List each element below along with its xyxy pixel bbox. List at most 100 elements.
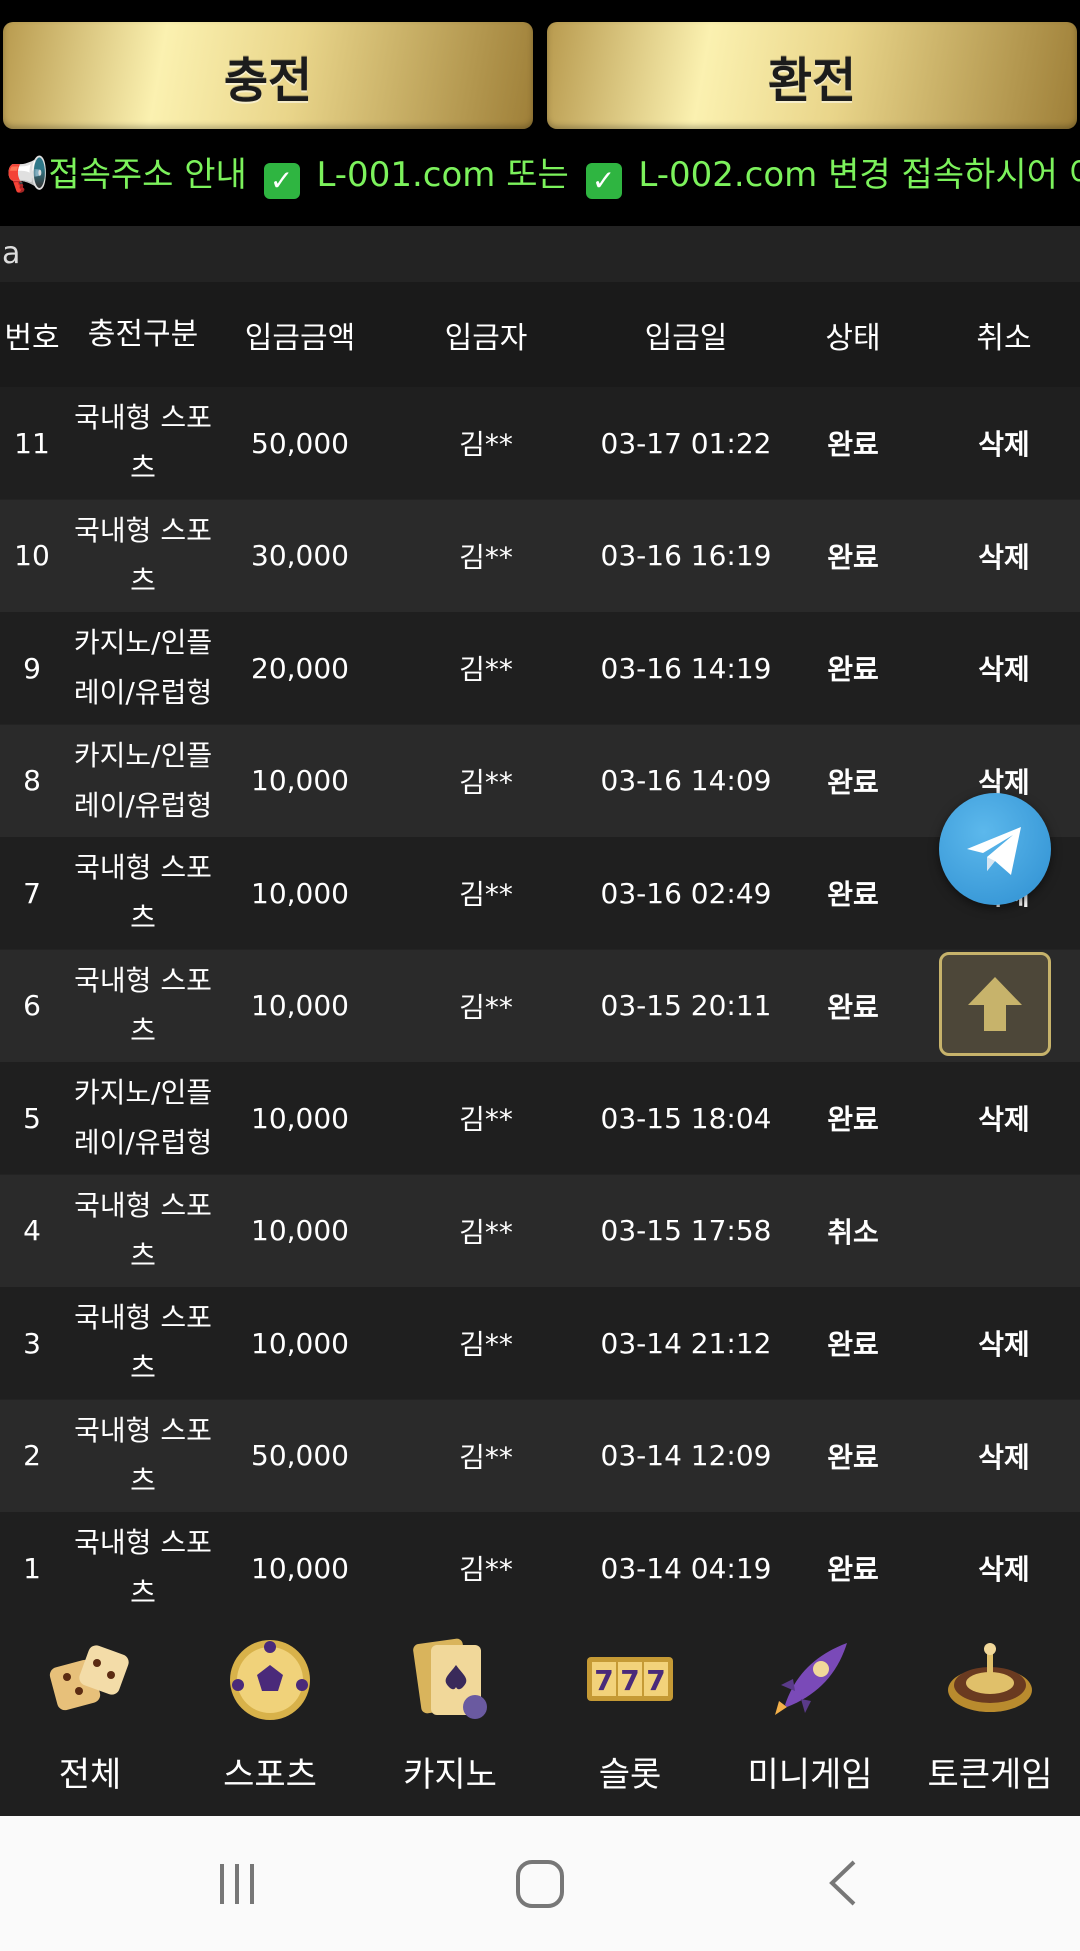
row-amount: 10,000 <box>251 876 349 910</box>
row-delete-button[interactable]: 삭제 <box>928 500 1080 612</box>
table-row: 11 국내형 스포츠 50,000 김** 03-17 01:22 완료 삭제 <box>0 387 1080 499</box>
row-depositor: 김** <box>459 765 513 799</box>
recent-apps-icon[interactable] <box>212 1858 262 1908</box>
row-delete-button[interactable]: 삭제 <box>928 1062 1080 1174</box>
row-number: 7 <box>23 876 41 910</box>
section-label: a <box>2 236 21 271</box>
row-depositor: 김** <box>459 1215 513 1249</box>
table-row: 1 국내형 스포츠 10,000 김** 03-14 04:19 완료 삭제 <box>0 1512 1080 1624</box>
row-depositor: 김** <box>459 990 513 1024</box>
row-date: 03-15 18:04 <box>600 1101 772 1135</box>
row-amount: 10,000 <box>251 1326 349 1360</box>
row-amount: 20,000 <box>251 651 349 685</box>
row-charge-type: 국내형 스포츠 <box>74 851 212 934</box>
row-status: 완료 <box>827 540 879 574</box>
roulette-icon <box>948 1643 1032 1712</box>
telegram-button[interactable] <box>939 793 1051 905</box>
back-icon[interactable] <box>820 1858 870 1908</box>
row-status: 완료 <box>827 1328 879 1361</box>
home-icon[interactable] <box>513 1857 567 1911</box>
row-charge-type: 카지노/인플레이/유럽형 <box>73 626 213 709</box>
table-row: 6국내형 스포츠10,000김**03-15 20:11완료삭제 <box>0 949 1080 1062</box>
row-amount: 10,000 <box>251 1101 349 1135</box>
top-action-bar: 충전 환전 <box>0 0 1080 150</box>
table-row: 3 국내형 스포츠 10,000 김** 03-14 21:12 완료 삭제 <box>0 1287 1080 1399</box>
scroll-top-button[interactable] <box>939 952 1051 1056</box>
table-row: 5 카지노/인플레이/유럽형 10,000 김** 03-15 18:04 완료 삭제 <box>0 1062 1080 1174</box>
row-status: 완료 <box>827 1440 879 1474</box>
megaphone-icon: 📢 <box>6 155 49 195</box>
row-delete-button <box>928 1175 1080 1287</box>
row-number: 6 <box>23 989 41 1022</box>
row-charge-type: 국내형 스포츠 <box>74 1413 212 1497</box>
row-date: 03-14 21:12 <box>600 1326 772 1360</box>
row-delete-button[interactable]: 삭제 <box>928 1512 1080 1624</box>
row-charge-type: 카지노/인플레이/유럽형 <box>73 1076 213 1159</box>
exchange-button[interactable]: 환전 <box>547 22 1077 129</box>
row-amount: 30,000 <box>251 539 349 572</box>
header-status: 상태 <box>825 320 881 356</box>
row-date: 03-14 12:09 <box>600 1439 772 1472</box>
check-icon: ✓ <box>585 163 622 199</box>
row-amount: 50,000 <box>251 426 349 460</box>
nav-item-sports[interactable]: 스포츠 <box>180 1619 360 1816</box>
row-depositor: 김** <box>459 1328 513 1361</box>
row-delete-button[interactable]: 삭제 <box>928 612 1080 724</box>
svg-text:7: 7 <box>620 1664 639 1697</box>
row-number: 9 <box>23 651 41 685</box>
row-date: 03-15 20:11 <box>600 989 772 1022</box>
bottom-game-nav: 전체 스포츠 카지노 7 7 7 슬롯 미니게임 토큰게임 <box>0 1619 1080 1816</box>
header-date: 입금일 <box>644 320 728 356</box>
slot-777-icon: 7 7 7 <box>587 1657 673 1701</box>
row-depositor: 김** <box>459 428 513 461</box>
row-date: 03-16 14:09 <box>600 764 772 797</box>
row-status: 완료 <box>827 1103 879 1136</box>
table-row: 7국내형 스포츠10,000김**03-16 02:49완료삭제 <box>0 837 1080 949</box>
row-number: 3 <box>23 1326 41 1360</box>
table-row: 9 카지노/인플레이/유럽형 20,000 김** 03-16 14:19 완료 삭제 <box>0 612 1080 724</box>
deposit-history-panel: a 번호 충전구분 입금금액 입금자 입금일 상태 취소 11 국내형 스포츠 50… <box>0 226 1080 1624</box>
ticker-text-2: L-001.com 또는 <box>305 155 580 195</box>
nav-item-all[interactable]: 전체 <box>0 1619 180 1816</box>
row-status: 완료 <box>827 990 879 1024</box>
table-header: 번호 충전구분 입금금액 입금자 입금일 상태 취소 <box>0 282 1080 387</box>
row-number: 1 <box>23 1551 41 1585</box>
nav-item-token-game[interactable]: 토큰게임 <box>900 1619 1080 1816</box>
nav-item-slot[interactable]: 7 7 7 슬롯 <box>540 1619 720 1816</box>
header-type: 충전구분 <box>87 316 199 352</box>
row-depositor: 김** <box>459 653 513 686</box>
row-charge-type: 국내형 스포츠 <box>74 401 212 484</box>
rocket-icon <box>775 1643 847 1715</box>
notice-ticker: 📢접속주소 안내 ✓ L-001.com 또는 ✓ L-002.com 변경 접… <box>0 150 1080 225</box>
ticker-text-1: 접속주소 안내 <box>48 155 258 195</box>
system-navigation-bar <box>0 1816 1080 1951</box>
nav-label-casino: 카지노 <box>403 1755 497 1795</box>
row-delete-button[interactable]: 삭제 <box>928 1400 1080 1512</box>
header-no: 번호 <box>4 320 60 356</box>
cards-icon <box>413 1638 487 1719</box>
row-amount: 10,000 <box>251 1214 349 1247</box>
table-row: 4 국내형 스포츠 10,000 김** 03-15 17:58 취소 <box>0 1174 1080 1287</box>
header-cancel: 취소 <box>976 320 1032 356</box>
table-row: 2 국내형 스포츠 50,000 김** 03-14 12:09 완료 삭제 <box>0 1399 1080 1512</box>
row-depositor: 김** <box>459 1440 513 1474</box>
check-icon: ✓ <box>263 163 300 199</box>
row-amount: 10,000 <box>251 764 349 797</box>
row-status: 완료 <box>827 878 879 911</box>
nav-item-casino[interactable]: 카지노 <box>360 1619 540 1816</box>
row-number: 2 <box>23 1439 41 1472</box>
row-depositor: 김** <box>459 1553 513 1586</box>
dice-icon <box>49 1645 129 1711</box>
row-amount: 10,000 <box>251 1551 349 1585</box>
row-depositor: 김** <box>459 1103 513 1136</box>
charge-button[interactable]: 충전 <box>3 22 533 129</box>
row-number: 11 <box>14 426 50 460</box>
row-date: 03-16 02:49 <box>600 876 772 910</box>
row-charge-type: 국내형 스포츠 <box>74 963 212 1047</box>
row-charge-type: 국내형 스포츠 <box>74 1526 212 1609</box>
nav-item-minigame[interactable]: 미니게임 <box>720 1619 900 1816</box>
nav-label-token-game: 토큰게임 <box>927 1755 1053 1795</box>
row-charge-type: 국내형 스포츠 <box>74 1301 212 1384</box>
row-delete-button[interactable]: 삭제 <box>928 387 1080 499</box>
row-delete-button[interactable]: 삭제 <box>928 1287 1080 1399</box>
